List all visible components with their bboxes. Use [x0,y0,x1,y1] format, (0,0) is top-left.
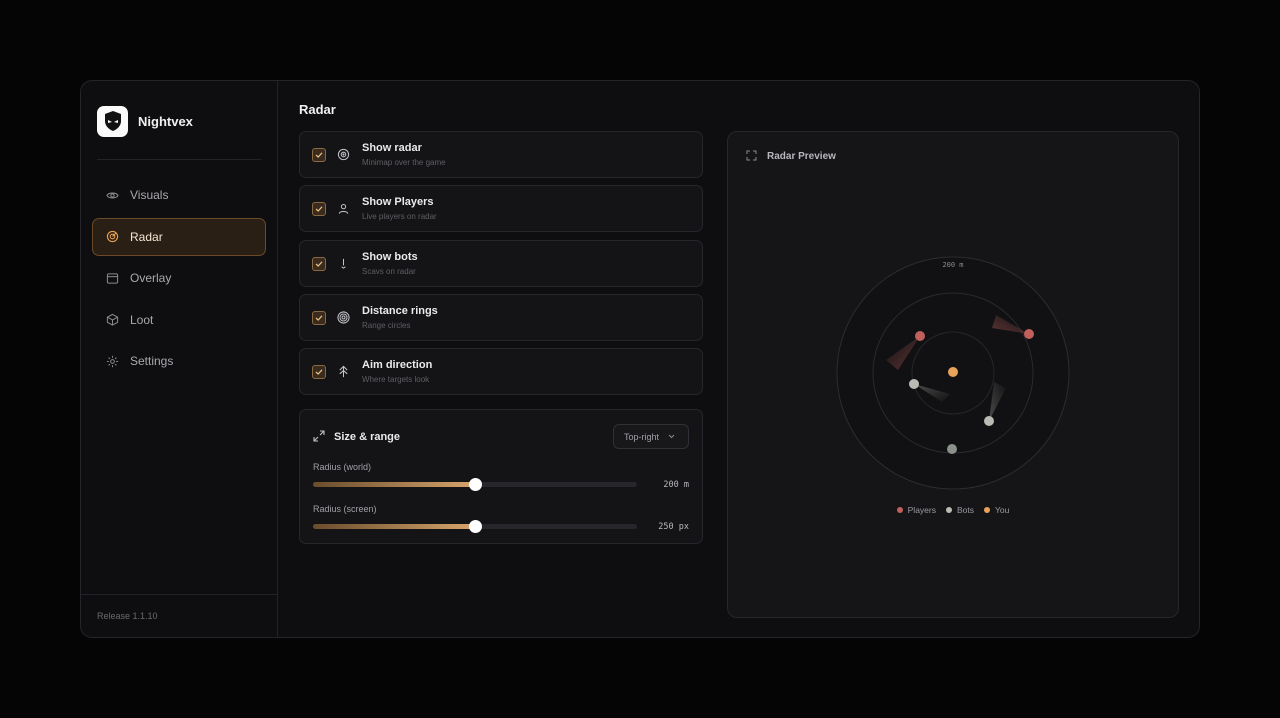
check-icon [315,205,323,212]
legend-swatch [945,507,952,513]
user-icon [337,202,350,215]
checkbox[interactable] [312,364,326,379]
option-show-bots[interactable]: Show bots Scavs on radar [299,240,703,287]
option-title: Show bots [362,251,418,263]
option-title: Aim direction [362,359,433,371]
sidebar-item-label: Overlay [130,271,172,285]
checkbox[interactable] [312,310,326,325]
radar-range-label: 200 m [942,261,963,269]
expand-icon [313,430,325,442]
option-subtitle: Live players on radar [362,212,437,221]
option-show-players[interactable]: Show Players Live players on radar [299,185,703,232]
gear-icon [106,355,119,367]
position-select-value: Top-right [624,431,660,442]
option-subtitle: Minimap over the game [362,158,446,167]
option-subtitle: Range circles [362,321,411,330]
box-icon [106,313,119,326]
you-marker [948,367,958,377]
bot-icon [337,257,350,270]
legend-label: You [995,505,1010,515]
slider-value-screen: 250 px [658,522,689,532]
legend-label: Bots [956,505,974,515]
bot-marker [909,379,919,389]
radar-icon [106,230,119,243]
option-subtitle: Where targets look [362,375,430,384]
sidebar-item-label: Visuals [130,188,169,202]
sidebar-item-visuals[interactable]: Visuals [92,176,266,214]
page-title: Radar [299,102,336,117]
sidebar: Nightvex Visuals Radar Overlay Loot Sett… [81,81,278,637]
sidebar-item-overlay[interactable]: Overlay [92,259,266,297]
chevron-down-icon [668,434,675,439]
checkbox[interactable] [312,147,326,162]
app-name: Nightvex [138,113,193,129]
option-aim-direction[interactable]: Aim direction Where targets look [299,348,703,395]
option-title: Show Players [362,196,434,208]
radar-legend: Players Bots You [728,505,1178,515]
window-icon [106,272,119,284]
sidebar-item-label: Loot [130,312,154,327]
radar-preview-panel: Radar Preview 200 m Players Bots You [727,131,1179,618]
app-window: Nightvex Visuals Radar Overlay Loot Sett… [80,80,1200,638]
legend-swatch [896,507,903,513]
sidebar-nav: Visuals Radar Overlay Loot Settings [81,176,277,380]
radar-canvas: 200 m [836,256,1070,490]
shield-logo-icon [97,105,128,137]
eye-icon [106,192,119,198]
target-icon [337,148,350,161]
option-title: Show radar [362,142,422,154]
slider-fill [313,524,475,529]
check-icon [315,260,323,267]
option-show-radar[interactable]: Show radar Minimap over the game [299,131,703,178]
arrow-up-icon [337,365,350,378]
check-icon [315,151,323,158]
check-icon [315,314,323,321]
size-range-card: Size & range Top-right Radius (world) 20… [299,409,703,544]
brand: Nightvex [97,97,261,160]
bot-marker [984,416,994,426]
check-icon [315,368,323,375]
option-title: Distance rings [362,305,438,317]
radius-screen-slider[interactable] [313,520,637,533]
main-panel: Radar Show radar Minimap over the game Sh… [278,81,1199,637]
sidebar-item-settings[interactable]: Settings [92,342,266,380]
option-distance-rings[interactable]: Distance rings Range circles [299,294,703,341]
player-marker [915,331,925,341]
size-range-title: Size & range [334,431,401,443]
sidebar-item-label: Settings [130,354,174,368]
slider-thumb[interactable] [469,520,482,533]
sidebar-item-label: Radar [130,229,163,244]
radius-world-slider[interactable] [313,478,637,491]
release-version: Release 1.1.10 [81,594,277,637]
legend-label: Players [907,505,936,515]
legend-item: Players [896,505,936,515]
legend-item: You [984,505,1009,515]
slider-label-screen: Radius (screen) [313,504,377,514]
bot-marker [947,444,957,454]
slider-fill [313,482,475,487]
option-subtitle: Scavs on radar [362,267,416,276]
position-select[interactable]: Top-right [613,424,689,449]
slider-label-world: Radius (world) [313,462,372,472]
player-marker [1024,329,1034,339]
checkbox[interactable] [312,201,326,216]
legend-item: Bots [945,505,974,515]
sidebar-item-loot[interactable]: Loot [92,301,266,339]
rings-icon [337,311,350,324]
legend-swatch [984,507,990,513]
slider-value-world: 200 m [663,480,689,490]
checkbox[interactable] [312,256,326,271]
slider-thumb[interactable] [469,478,482,491]
sidebar-item-radar[interactable]: Radar [92,217,266,256]
